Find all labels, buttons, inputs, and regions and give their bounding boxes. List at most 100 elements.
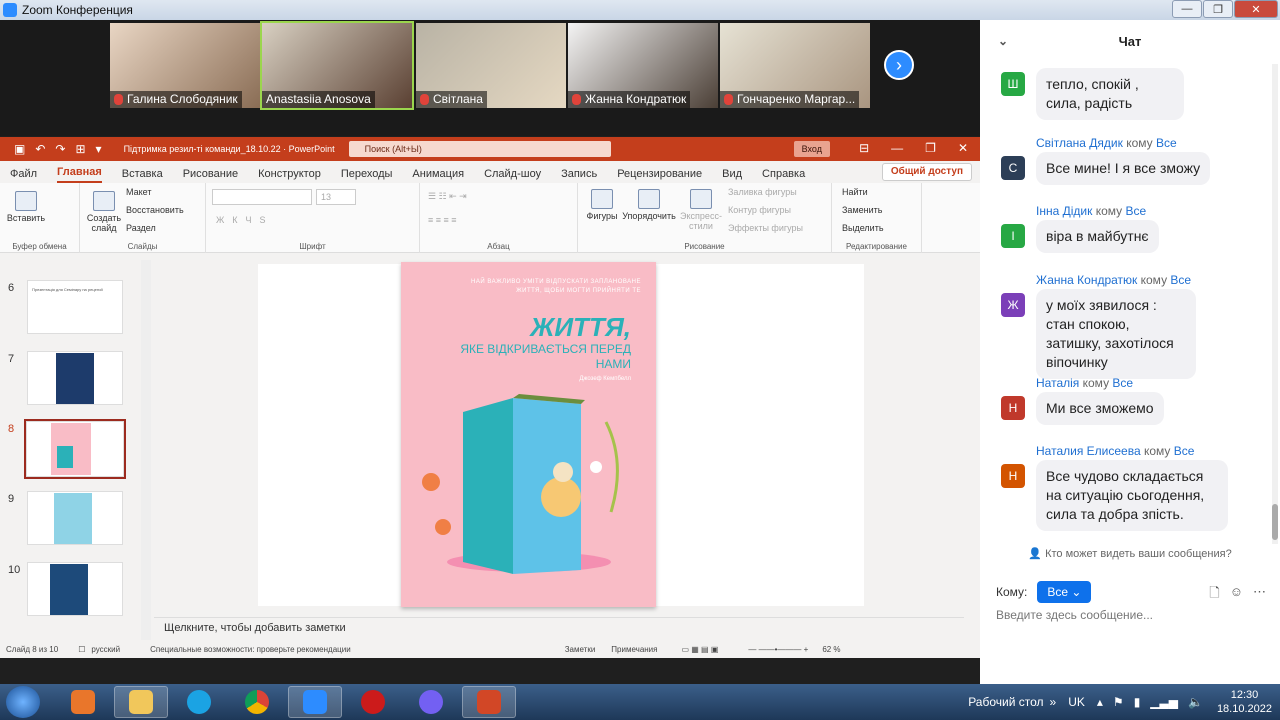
share-button[interactable]: Общий доступ <box>881 163 972 181</box>
view-buttons[interactable]: ▭ ▦ ▤ ▣ <box>681 645 718 654</box>
thumbnail-scrollbar[interactable] <box>141 260 151 646</box>
select-button[interactable]: Выделить <box>842 223 884 233</box>
taskbar-opera[interactable] <box>346 686 400 718</box>
search-box[interactable]: Поиск (Alt+Ы) <box>348 141 611 157</box>
desktop-toolbar[interactable]: Рабочий стол <box>968 695 1043 709</box>
slide-thumbnail[interactable]: 7 <box>0 351 140 409</box>
taskbar-chrome[interactable] <box>230 686 284 718</box>
battery-icon[interactable]: ▮ <box>1134 695 1141 709</box>
font-format-icons[interactable]: ЖКЧS <box>216 215 274 225</box>
tab-home[interactable]: Главная <box>57 166 102 183</box>
reset-button[interactable]: Восстановить <box>126 205 184 215</box>
ribbon-display-icon[interactable]: ⊟ <box>859 141 869 155</box>
flag-icon[interactable]: ⚑ <box>1113 695 1124 709</box>
maximize-button[interactable]: ❐ <box>1203 0 1233 18</box>
quick-styles-button[interactable]: Экспресс-стили <box>678 189 724 231</box>
participant-tile[interactable]: Жанна Кондратюк <box>568 23 718 108</box>
next-page-arrow-icon[interactable]: › <box>884 50 914 80</box>
taskbar-skype[interactable] <box>172 686 226 718</box>
tab-slideshow[interactable]: Слайд-шоу <box>484 168 541 183</box>
slide-vertical-scrollbar[interactable] <box>966 260 980 605</box>
shapes-button[interactable]: Фигуры <box>584 189 620 221</box>
slide-thumbnail[interactable]: 6 Презентація для Семінару на рецензії <box>0 280 140 338</box>
participant-tile[interactable]: Світлана <box>416 23 566 108</box>
notes-area[interactable]: Щелкните, чтобы добавить заметки <box>154 617 964 637</box>
participant-tile[interactable]: Гончаренко Маргар... <box>720 23 870 108</box>
close-button[interactable]: ✕ <box>958 141 968 155</box>
tab-transitions[interactable]: Переходы <box>341 168 393 183</box>
paste-icon <box>15 191 37 211</box>
font-name-field[interactable] <box>212 189 312 205</box>
restore-button[interactable]: ❐ <box>925 141 936 155</box>
tab-review[interactable]: Рецензирование <box>617 168 702 183</box>
message-sender: Інна Дідик кому Все <box>1036 204 1147 218</box>
tab-design[interactable]: Конструктор <box>258 168 321 183</box>
present-icon[interactable]: ⊞ <box>75 142 85 156</box>
network-icon[interactable]: ▁▃▅ <box>1150 695 1178 709</box>
minimize-button[interactable]: — <box>1172 0 1202 18</box>
more-icon[interactable]: ⋯ <box>1253 584 1266 606</box>
tray-arrow-icon[interactable]: ▴ <box>1097 695 1103 709</box>
avatar: Н <box>1001 464 1025 488</box>
participant-tile-active[interactable]: Anastasiia Anosova <box>260 21 414 110</box>
start-button[interactable] <box>6 686 40 718</box>
section-button[interactable]: Раздел <box>126 223 156 233</box>
volume-icon[interactable]: 🔈 <box>1188 695 1203 709</box>
shape-fill-button[interactable]: Заливка фигуры <box>728 187 797 197</box>
taskbar-powerpoint[interactable] <box>462 686 516 718</box>
tab-view[interactable]: Вид <box>722 168 742 183</box>
tab-record[interactable]: Запись <box>561 168 597 183</box>
tab-draw[interactable]: Рисование <box>183 168 238 183</box>
recipient-dropdown[interactable]: Все ⌄ <box>1037 581 1092 603</box>
shape-effects-button[interactable]: Эффекты фигуры <box>728 223 803 233</box>
language-status[interactable]: русский <box>91 645 120 654</box>
book-illustration <box>422 394 619 574</box>
comments-toggle[interactable]: Примечания <box>611 645 657 654</box>
language-indicator[interactable]: UK <box>1068 695 1085 709</box>
emoji-icon[interactable]: ☺ <box>1230 584 1243 606</box>
chat-message-input[interactable]: Введите здесь сообщение... <box>996 608 1266 630</box>
replace-button[interactable]: Заменить <box>842 205 882 215</box>
tab-help[interactable]: Справка <box>762 168 805 183</box>
slide-thumbnail-selected[interactable]: 8 <box>0 419 140 479</box>
spellcheck-icon[interactable]: ☐ <box>78 645 85 654</box>
font-size-field[interactable]: 13 <box>316 189 356 205</box>
notes-toggle[interactable]: Заметки <box>565 645 596 654</box>
taskbar-media-player[interactable] <box>56 686 110 718</box>
accessibility-status[interactable]: Специальные возможности: проверьте реком… <box>150 645 351 654</box>
tab-animations[interactable]: Анимация <box>412 168 464 183</box>
login-button[interactable]: Вход <box>793 141 830 157</box>
new-slide-button[interactable]: Создать слайд <box>84 191 124 233</box>
participant-tile[interactable]: Галина Слободяник <box>110 23 260 108</box>
tab-file[interactable]: Файл <box>10 168 37 183</box>
taskbar-viber[interactable] <box>404 686 458 718</box>
list-icons[interactable]: ☰ ☷ ⇤ ⇥ <box>428 191 467 202</box>
minimize-button[interactable]: — <box>891 141 903 155</box>
customize-icon[interactable]: ▾ <box>96 142 102 156</box>
chevron-down-icon[interactable]: ⌄ <box>998 34 1008 48</box>
paste-button[interactable]: Вставить <box>6 191 46 223</box>
file-icon[interactable]: 🗋 <box>1209 584 1219 606</box>
shape-outline-button[interactable]: Контур фигуры <box>728 205 791 215</box>
slide-canvas[interactable]: НАЙ ВАЖЛИВО УМІТИ ВІДПУСКАТИ ЗАПЛАНОВАНЕ… <box>258 262 864 607</box>
slide-thumbnail[interactable]: 10 <box>0 562 140 620</box>
align-icons[interactable]: ≡ ≡ ≡ ≡ <box>428 215 457 225</box>
chat-scrollbar[interactable] <box>1272 64 1278 544</box>
taskbar-explorer[interactable] <box>114 686 168 718</box>
save-icon[interactable]: ▣ <box>14 142 25 156</box>
drawing-group: Фигуры Упорядочить Экспресс-стили Заливк… <box>578 183 832 253</box>
tray-expand-icon[interactable]: » <box>1050 695 1057 709</box>
find-button[interactable]: Найти <box>842 187 868 197</box>
close-button[interactable]: ✕ <box>1234 0 1278 18</box>
arrange-button[interactable]: Упорядочить <box>620 189 678 221</box>
redo-icon[interactable]: ↷ <box>55 142 65 156</box>
tab-insert[interactable]: Вставка <box>122 168 163 183</box>
zoom-slider[interactable]: — ——•——— + <box>748 645 808 654</box>
clock[interactable]: 12:30 18.10.2022 <box>1217 688 1272 716</box>
chat-privacy-link[interactable]: 👤 Кто может видеть ваши сообщения? <box>980 547 1280 567</box>
undo-icon[interactable]: ↶ <box>35 142 45 156</box>
slide-thumbnail[interactable]: 9 <box>0 491 140 549</box>
taskbar-zoom[interactable] <box>288 686 342 718</box>
layout-button[interactable]: Макет <box>126 187 151 197</box>
zoom-level[interactable]: 62 % <box>822 645 840 654</box>
